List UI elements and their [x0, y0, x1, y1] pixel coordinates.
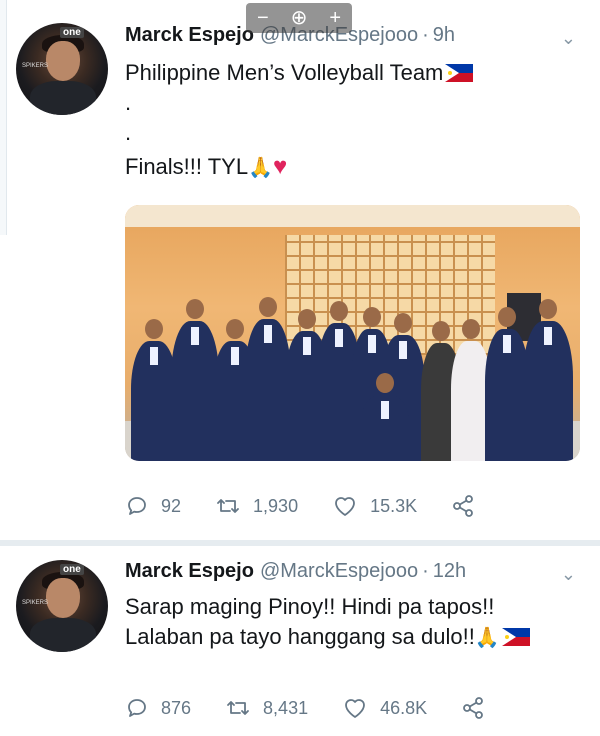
reply-count: 876	[161, 697, 192, 718]
philippines-flag-icon	[445, 64, 474, 82]
avatar[interactable]: one SPIKERS	[16, 23, 108, 115]
retweet-count: 1,930	[253, 495, 299, 516]
retweet-icon	[217, 499, 239, 513]
display-name[interactable]: Marck Espejo	[125, 24, 254, 47]
tweet-photo[interactable]	[125, 205, 580, 461]
praying-hands-icon: 🙏	[248, 157, 273, 179]
share-button[interactable]	[461, 696, 497, 720]
avatar-logo-text: SPIKERS	[22, 63, 49, 69]
retweet-icon	[227, 701, 249, 715]
red-heart-icon: ♥	[273, 153, 288, 180]
tweet[interactable]: one SPIKERS Marck Espejo @MarckEspejooo …	[0, 546, 600, 736]
like-count: 15.3K	[370, 495, 418, 516]
tweet-header: Marck Espejo @MarckEspejooo · 12h	[125, 560, 467, 583]
tweet[interactable]: one SPIKERS Marck Espejo @MarckEspejooo …	[0, 0, 600, 540]
avatar-logo-text: SPIKERS	[22, 600, 49, 606]
timestamp[interactable]: 12h	[433, 560, 466, 583]
tweet-text-line: Lalaban pa tayo hanggang sa dulo!!🙏	[125, 622, 530, 653]
tweet-text-line: Philippine Men’s Volleyball Team	[125, 58, 474, 88]
share-icon	[463, 697, 484, 719]
like-button[interactable]: 46.8K	[342, 696, 427, 720]
reply-icon	[128, 699, 146, 717]
reply-button[interactable]: 876	[125, 696, 191, 720]
like-count: 46.8K	[380, 697, 428, 718]
retweet-button[interactable]: 8,431	[225, 696, 308, 720]
tweet-text-line: .	[125, 120, 132, 145]
chevron-down-icon[interactable]: ⌄	[561, 564, 576, 585]
zoom-out-button[interactable]: −	[257, 3, 269, 33]
share-icon	[453, 495, 474, 517]
tweet-text-line: Finals!!! TYL🙏♥	[125, 152, 287, 183]
timestamp[interactable]: 9h	[433, 24, 455, 47]
philippines-flag-icon	[501, 628, 530, 646]
avatar-logo: one	[60, 27, 84, 38]
avatar[interactable]: one SPIKERS	[16, 560, 108, 652]
tweet-actions: 876 8,431 46.8K	[125, 696, 531, 720]
reply-count: 92	[161, 495, 182, 516]
chevron-down-icon[interactable]: ⌄	[561, 28, 576, 49]
display-name[interactable]: Marck Espejo	[125, 560, 254, 583]
like-button[interactable]: 15.3K	[332, 494, 417, 518]
zoom-in-button[interactable]: +	[329, 3, 341, 33]
retweet-button[interactable]: 1,930	[215, 494, 298, 518]
reply-icon	[128, 497, 146, 515]
reply-button[interactable]: 92	[125, 494, 181, 518]
retweet-count: 8,431	[263, 697, 309, 718]
heart-icon	[345, 699, 365, 718]
praying-hands-icon: 🙏	[474, 627, 500, 649]
avatar-logo: one	[60, 564, 84, 575]
tweet-text-line: Sarap maging Pinoy!! Hindi pa tapos!!	[125, 594, 495, 619]
zoom-icon[interactable]: ⊕	[291, 3, 308, 33]
username[interactable]: @MarckEspejooo	[260, 560, 418, 583]
share-button[interactable]	[451, 494, 487, 518]
zoom-toolbar: − ⊕ +	[246, 3, 352, 33]
tweet-actions: 92 1,930 15.3K	[125, 494, 521, 518]
heart-icon	[335, 497, 355, 516]
tweet-text-line: .	[125, 90, 132, 115]
